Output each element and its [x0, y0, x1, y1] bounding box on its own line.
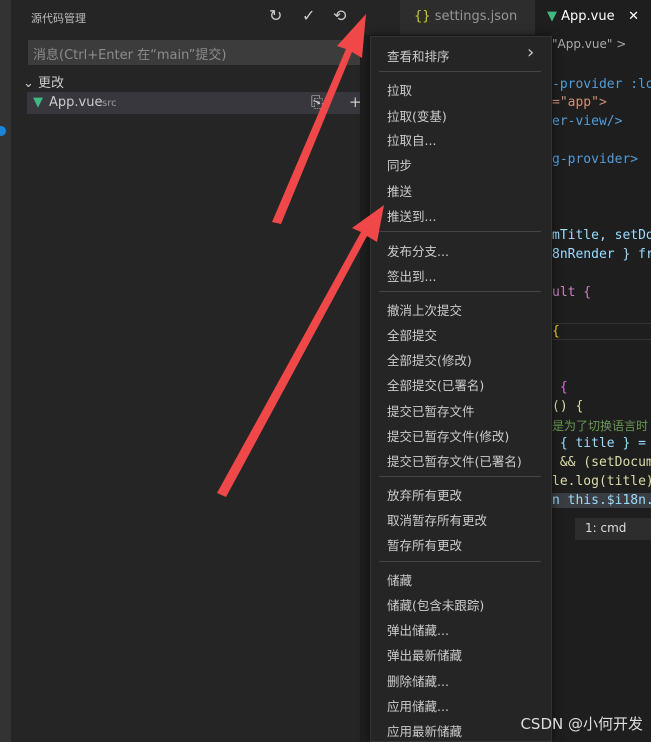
changes-group[interactable]: ⌄ 更改: [23, 72, 64, 91]
menu-separator: [379, 561, 541, 562]
changed-file-row[interactable]: ▼ App.vue src ⎘ +: [27, 92, 362, 114]
menu-item[interactable]: 删除储藏...: [387, 671, 449, 690]
commit-message-input[interactable]: 消息(Ctrl+Enter 在“main”提交): [28, 40, 360, 65]
menu-item[interactable]: 提交已暂存文件(修改): [387, 426, 509, 445]
code-line: -provider :lo: [552, 77, 651, 92]
menu-item[interactable]: 应用储藏...: [387, 696, 449, 715]
code-line: && (setDocum: [552, 455, 651, 470]
commit-check-icon[interactable]: ✓: [302, 6, 315, 25]
code-line: {: [552, 323, 651, 340]
code-line: 是为了切换语言时: [552, 419, 649, 433]
code-line: { title } =: [552, 436, 646, 451]
menu-item[interactable]: 应用最新储藏: [387, 721, 462, 740]
menu-item[interactable]: 弹出最新储藏: [387, 645, 462, 664]
chevron-right-icon: ›: [527, 42, 535, 63]
vue-icon: ▼: [33, 95, 43, 110]
menu-separator: [379, 291, 541, 292]
menu-separator: [379, 231, 541, 232]
terminal-tooltip: 1: cmd: [575, 518, 651, 540]
tab-label: App.vue: [561, 9, 615, 24]
menu-item[interactable]: 弹出储藏...: [387, 620, 449, 639]
code-line: ="app">: [552, 95, 607, 110]
menu-item[interactable]: 拉取自...: [387, 130, 436, 149]
menu-item[interactable]: 储藏: [387, 570, 412, 589]
file-dir: src: [102, 98, 117, 109]
menu-item[interactable]: 提交已暂存文件: [387, 401, 475, 420]
menu-item[interactable]: 全部提交(已署名): [387, 375, 484, 394]
menu-item[interactable]: 放弃所有更改: [387, 485, 462, 504]
menu-item[interactable]: 全部提交: [387, 325, 437, 344]
chevron-down-icon: ⌄: [23, 76, 39, 91]
menu-item[interactable]: 查看和排序 ›: [387, 42, 534, 65]
menu-item[interactable]: 提交已暂存文件(已署名): [387, 451, 522, 470]
source-control-panel: 源代码管理 ↻ ✓ ⟲ ··· 消息(Ctrl+Enter 在“main”提交)…: [11, 0, 381, 742]
close-icon[interactable]: ✕: [628, 9, 639, 24]
file-name: App.vue: [49, 95, 103, 110]
more-actions-menu: 查看和排序 › 拉取拉取(变基) 拉取自... 同步推送推送到... 发布分支... 签出到…: [370, 36, 552, 742]
vue-icon: ▼: [547, 9, 557, 24]
code-line: er-view/>: [552, 114, 623, 129]
menu-item[interactable]: 全部提交(修改): [387, 350, 472, 369]
code-line: 8nRender } fr: [552, 247, 651, 262]
changes-label: 更改: [38, 76, 65, 91]
code-editor[interactable]: "App.vue" > -provider :lo ="app"> er-vie…: [552, 36, 651, 742]
menu-item[interactable]: 推送: [387, 181, 412, 200]
menu-item[interactable]: 储藏(包含未跟踪): [387, 595, 484, 614]
breadcrumb[interactable]: "App.vue" >: [552, 37, 626, 51]
code-line: n this.$i18n.: [552, 493, 651, 508]
tab-app-vue[interactable]: ▼ App.vue ✕: [535, 0, 651, 35]
menu-item[interactable]: 拉取: [387, 80, 412, 99]
code-line: g-provider>: [552, 152, 639, 167]
menu-item[interactable]: 暂存所有更改: [387, 535, 462, 554]
tab-label: settings.json: [434, 9, 518, 24]
menu-separator: [379, 71, 541, 72]
history-icon[interactable]: ⟲: [333, 6, 346, 25]
menu-item[interactable]: 同步: [387, 155, 412, 174]
code-line: le.log(title): [552, 474, 651, 489]
menu-item[interactable]: 发布分支...: [387, 241, 449, 260]
code-line: {: [552, 380, 568, 395]
code-line: ult {: [552, 285, 592, 300]
tab-settings-json[interactable]: {} settings.json: [400, 0, 535, 35]
menu-separator: [379, 476, 541, 477]
json-icon: {}: [414, 9, 431, 24]
menu-item[interactable]: 撤消上次提交: [387, 300, 462, 319]
code-line: () {: [552, 399, 584, 414]
activity-bar: [0, 0, 11, 742]
menu-item[interactable]: 推送到...: [387, 206, 436, 225]
panel-title: 源代码管理: [31, 12, 86, 25]
open-file-icon[interactable]: ⎘: [311, 93, 323, 111]
refresh-icon[interactable]: ↻: [269, 6, 282, 25]
tab-bar: {} settings.json ▼ App.vue ✕: [360, 0, 651, 35]
menu-item[interactable]: 签出到...: [387, 266, 436, 285]
watermark: CSDN @小何开发: [520, 715, 643, 733]
menu-item[interactable]: 取消暂存所有更改: [387, 510, 487, 529]
stage-plus-icon[interactable]: +: [349, 93, 362, 111]
code-line: mTitle, setDo: [552, 228, 651, 243]
menu-item[interactable]: 拉取(变基): [387, 106, 447, 125]
